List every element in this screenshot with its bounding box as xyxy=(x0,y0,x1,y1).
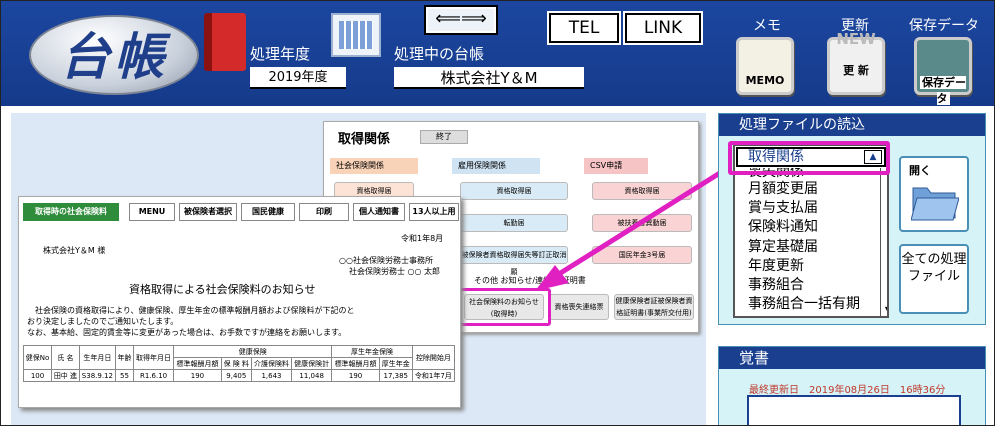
th-pension-group: 厚生年金保険 xyxy=(331,345,413,358)
body-line-1: 社会保険の資格取得により、健康保険、厚生年金の標準報酬月額および保険料が下記のと xyxy=(35,306,355,315)
th-health-group: 健康保険 xyxy=(173,345,333,358)
cell: 55 xyxy=(114,369,134,382)
list-item[interactable]: 事務組合 xyxy=(735,276,887,295)
link-button[interactable]: LINK xyxy=(623,11,703,45)
sender-office: ○○社会保険労務士事務所 xyxy=(339,256,433,265)
premium-table: 健保No 氏 名 生年月日 年齢 取得年月日 健康保険 厚生年金保険 控除開始月… xyxy=(22,345,456,382)
sender-name: 社会保険労務士 ○○ 太郎 xyxy=(349,267,441,276)
open-label: 開く xyxy=(909,164,931,177)
personal-notice-button[interactable]: 個人通知書 xyxy=(353,203,405,221)
binder-icon xyxy=(204,13,246,71)
notice-tab[interactable]: 取得時の社会保険料 xyxy=(23,203,119,221)
company-label: 処理中の台帳 xyxy=(394,45,485,63)
year-label: 処理年度 xyxy=(250,45,311,63)
list-item[interactable]: 月額変更届 xyxy=(735,180,887,199)
app-window: 台帳 処理年度 2019年度 処理中の台帳 株式会社Y＆M ⟸⟹ TEL LIN… xyxy=(0,0,995,426)
select-insured-button[interactable]: 被保険者選択 xyxy=(179,203,237,221)
th-acquired: 取得年月日 xyxy=(132,345,175,370)
cell: 田中 進 xyxy=(51,369,80,382)
doc-title: 資格取得による社会保険料のお知らせ xyxy=(129,283,316,296)
memo-panel: 覚書 最終更新日 2019年08月26日 16時36分 xyxy=(718,346,986,425)
th-age: 年齢 xyxy=(114,345,134,370)
calendar-icon[interactable] xyxy=(331,13,381,57)
app-logo: 台帳 xyxy=(29,15,199,95)
selected-file-highlight xyxy=(728,141,890,175)
th-health-total: 健康保険計 xyxy=(291,357,333,370)
th-no: 健保No xyxy=(22,345,53,370)
th-std-health: 標準報酬月額 xyxy=(173,357,222,370)
memo-title: 覚書 xyxy=(719,347,985,369)
memo-icon-text: MEMO xyxy=(745,74,785,87)
memo-textarea[interactable] xyxy=(747,395,961,425)
category-social: 社会保険関係 xyxy=(330,158,418,174)
cell: 1,643 xyxy=(250,369,293,382)
th-birth: 生年月日 xyxy=(78,345,116,370)
cell: 17,385 xyxy=(378,369,413,382)
save-data-icon[interactable]: 保存データ xyxy=(914,37,972,105)
cell: S38.9.12 xyxy=(78,369,116,382)
year-field[interactable]: 2019年度 xyxy=(250,67,346,89)
open-button[interactable]: 開く xyxy=(899,156,969,232)
last-updated: 最終更新日 2019年08月26日 16時36分 xyxy=(749,385,946,396)
update-icon[interactable]: NEW 更 新 xyxy=(827,30,885,95)
file-panel-title: 処理ファイルの読込 xyxy=(719,114,985,136)
all-files-button[interactable]: 全ての処理ファイル xyxy=(899,244,969,314)
acquisition-title: 取得関係 xyxy=(338,132,391,147)
th-pension: 厚生年金 xyxy=(378,357,413,370)
new-badge: NEW xyxy=(836,30,876,48)
cell: 令和1年7月 xyxy=(411,369,456,382)
list-item[interactable]: 事務組合一括有期 xyxy=(735,295,887,314)
switch-arrows-button[interactable]: ⟸⟹ xyxy=(424,5,498,35)
list-item[interactable]: 賞与支払届 xyxy=(735,199,887,218)
th-care: 介護保険料 xyxy=(250,357,293,370)
company-field[interactable]: 株式会社Y＆M xyxy=(394,67,584,89)
end-button[interactable]: 終了 xyxy=(420,130,468,144)
over13-button[interactable]: 13人以上用 xyxy=(409,203,459,221)
tel-button[interactable]: TEL xyxy=(547,11,621,45)
logo-text: 台帳 xyxy=(60,27,168,86)
print-button[interactable]: 印刷 xyxy=(299,203,349,221)
cell: 190 xyxy=(173,369,222,382)
scroll-down-icon[interactable]: ▼ xyxy=(882,305,887,316)
memo-icon[interactable]: MEMO xyxy=(736,37,794,95)
list-item[interactable]: 算定基礎届 xyxy=(735,238,887,257)
folder-icon xyxy=(911,187,959,221)
cell: 100 xyxy=(22,369,53,382)
menu-button[interactable]: MENU xyxy=(129,203,175,221)
list-item[interactable]: 年度更新 xyxy=(735,257,887,276)
cell: 11,048 xyxy=(291,369,333,382)
save-label: 保存データ xyxy=(909,18,979,34)
th-name: 氏 名 xyxy=(51,345,80,370)
cell: 190 xyxy=(331,369,380,382)
body-line-2: おり決定しましたのでご通知いたします。 xyxy=(27,317,179,326)
notice-screen: 取得時の社会保険料 MENU 被保険者選択 国民健康 印刷 個人通知書 13人以… xyxy=(18,196,461,408)
table-row: 100 田中 進 S38.9.12 55 R1.6.10 190 9,405 1… xyxy=(22,369,456,382)
cell: R1.6.10 xyxy=(132,369,175,382)
th-premium: 保 険 料 xyxy=(220,357,252,370)
th-deduction: 控除開始月 xyxy=(411,345,456,370)
national-health-button[interactable]: 国民健康 xyxy=(241,203,295,221)
update-icon-text: 更 新 xyxy=(843,64,869,77)
th-std-pension: 標準報酬月額 xyxy=(331,357,380,370)
list-scrollbar[interactable]: ▼ xyxy=(880,168,887,316)
body-line-3: なお、基本給、固定的賃金等に変更があった場合は、お手数ですが連絡をお願いします。 xyxy=(27,328,347,337)
recipient: 株式会社Y＆M 様 xyxy=(43,246,106,255)
list-item[interactable]: 保険料通知 xyxy=(735,218,887,237)
cell: 9,405 xyxy=(220,369,252,382)
pointer-arrow xyxy=(535,163,733,291)
notice-date: 令和1年8月 xyxy=(401,234,444,243)
memo-label: メモ xyxy=(753,18,781,34)
